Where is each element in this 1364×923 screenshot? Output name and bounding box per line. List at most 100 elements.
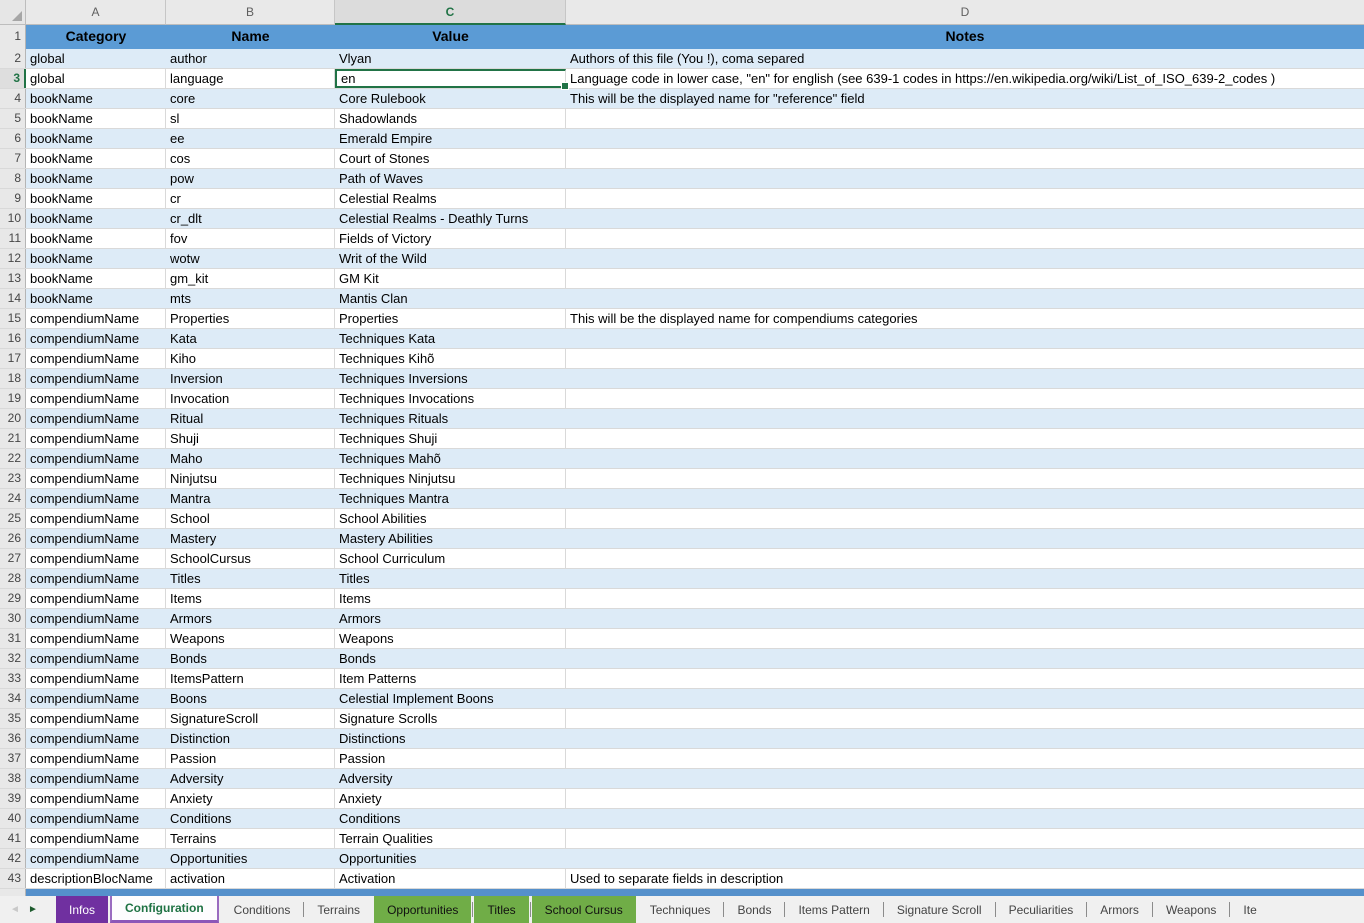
cell-D1[interactable]: Notes xyxy=(566,25,1364,49)
cell-B9[interactable]: cr xyxy=(166,189,335,208)
cell-A4[interactable]: bookName xyxy=(26,89,166,108)
cell-B24[interactable]: Mantra xyxy=(166,489,335,508)
cell-C35[interactable]: Signature Scrolls xyxy=(335,709,566,728)
cell-A12[interactable]: bookName xyxy=(26,249,166,268)
cell-D24[interactable] xyxy=(566,489,1364,508)
cell-B32[interactable]: Bonds xyxy=(166,649,335,668)
cell-B20[interactable]: Ritual xyxy=(166,409,335,428)
row-header-15[interactable]: 15 xyxy=(0,309,26,328)
row-header-20[interactable]: 20 xyxy=(0,409,26,428)
cell-A20[interactable]: compendiumName xyxy=(26,409,166,428)
cell-A38[interactable]: compendiumName xyxy=(26,769,166,788)
row-header-12[interactable]: 12 xyxy=(0,249,26,268)
cell-D18[interactable] xyxy=(566,369,1364,388)
row-header-40[interactable]: 40 xyxy=(0,809,26,828)
sheet-tab-conditions[interactable]: Conditions xyxy=(221,896,304,923)
cell-A1[interactable]: Category xyxy=(26,25,166,49)
cell-C10[interactable]: Celestial Realms - Deathly Turns xyxy=(335,209,566,228)
cell-C27[interactable]: School Curriculum xyxy=(335,549,566,568)
cell-A2[interactable]: global xyxy=(26,49,166,68)
cell-A41[interactable]: compendiumName xyxy=(26,829,166,848)
row-header-7[interactable]: 7 xyxy=(0,149,26,168)
row-header-43[interactable]: 43 xyxy=(0,869,26,888)
row-header-4[interactable]: 4 xyxy=(0,89,26,108)
cell-D6[interactable] xyxy=(566,129,1364,148)
next-sheet-arrow-icon[interactable]: ► xyxy=(24,904,42,915)
cell-D8[interactable] xyxy=(566,169,1364,188)
row-header-2[interactable]: 2 xyxy=(0,49,26,68)
cell-D32[interactable] xyxy=(566,649,1364,668)
cell-A16[interactable]: compendiumName xyxy=(26,329,166,348)
row-header-28[interactable]: 28 xyxy=(0,569,26,588)
cell-D7[interactable] xyxy=(566,149,1364,168)
cell-C42[interactable]: Opportunities xyxy=(335,849,566,868)
cell-B22[interactable]: Maho xyxy=(166,449,335,468)
row-header-11[interactable]: 11 xyxy=(0,229,26,248)
row-header-24[interactable]: 24 xyxy=(0,489,26,508)
sheet-tab-items-pattern[interactable]: Items Pattern xyxy=(785,896,882,923)
cell-D21[interactable] xyxy=(566,429,1364,448)
cell-B25[interactable]: School xyxy=(166,509,335,528)
row-header-8[interactable]: 8 xyxy=(0,169,26,188)
cell-C1[interactable]: Value xyxy=(335,25,566,49)
cell-D23[interactable] xyxy=(566,469,1364,488)
cell-A13[interactable]: bookName xyxy=(26,269,166,288)
cell-A17[interactable]: compendiumName xyxy=(26,349,166,368)
cell-D15[interactable]: This will be the displayed name for comp… xyxy=(566,309,1364,328)
sheet-tab-ite[interactable]: Ite xyxy=(1230,896,1269,923)
cell-A18[interactable]: compendiumName xyxy=(26,369,166,388)
cell-D40[interactable] xyxy=(566,809,1364,828)
row-header-14[interactable]: 14 xyxy=(0,289,26,308)
cell-B2[interactable]: author xyxy=(166,49,335,68)
cell-C11[interactable]: Fields of Victory xyxy=(335,229,566,248)
cell-A36[interactable]: compendiumName xyxy=(26,729,166,748)
row-header-17[interactable]: 17 xyxy=(0,349,26,368)
cell-D31[interactable] xyxy=(566,629,1364,648)
cell-D39[interactable] xyxy=(566,789,1364,808)
cell-A5[interactable]: bookName xyxy=(26,109,166,128)
cell-A11[interactable]: bookName xyxy=(26,229,166,248)
cell-A30[interactable]: compendiumName xyxy=(26,609,166,628)
cell-A23[interactable]: compendiumName xyxy=(26,469,166,488)
cell-D36[interactable] xyxy=(566,729,1364,748)
cell-B36[interactable]: Distinction xyxy=(166,729,335,748)
row-header-6[interactable]: 6 xyxy=(0,129,26,148)
cell-D14[interactable] xyxy=(566,289,1364,308)
cell-A37[interactable]: compendiumName xyxy=(26,749,166,768)
cell-C3[interactable]: en xyxy=(335,69,566,88)
row-header-27[interactable]: 27 xyxy=(0,549,26,568)
cell-A32[interactable]: compendiumName xyxy=(26,649,166,668)
cell-D22[interactable] xyxy=(566,449,1364,468)
cell-B37[interactable]: Passion xyxy=(166,749,335,768)
cell-C14[interactable]: Mantis Clan xyxy=(335,289,566,308)
row-header-22[interactable]: 22 xyxy=(0,449,26,468)
cell-D27[interactable] xyxy=(566,549,1364,568)
cell-D29[interactable] xyxy=(566,589,1364,608)
cell-D11[interactable] xyxy=(566,229,1364,248)
sheet-tab-infos[interactable]: Infos xyxy=(56,896,108,923)
cell-A26[interactable]: compendiumName xyxy=(26,529,166,548)
cell-B42[interactable]: Opportunities xyxy=(166,849,335,868)
row-header-38[interactable]: 38 xyxy=(0,769,26,788)
cell-B8[interactable]: pow xyxy=(166,169,335,188)
cell-C21[interactable]: Techniques Shuji xyxy=(335,429,566,448)
cell-B17[interactable]: Kiho xyxy=(166,349,335,368)
cell-C24[interactable]: Techniques Mantra xyxy=(335,489,566,508)
row-header-16[interactable]: 16 xyxy=(0,329,26,348)
row-header-34[interactable]: 34 xyxy=(0,689,26,708)
cell-D4[interactable]: This will be the displayed name for "ref… xyxy=(566,89,1364,108)
cell-D10[interactable] xyxy=(566,209,1364,228)
cell-B13[interactable]: gm_kit xyxy=(166,269,335,288)
cell-C13[interactable]: GM Kit xyxy=(335,269,566,288)
row-header-30[interactable]: 30 xyxy=(0,609,26,628)
row-header-39[interactable]: 39 xyxy=(0,789,26,808)
cell-B23[interactable]: Ninjutsu xyxy=(166,469,335,488)
cell-A15[interactable]: compendiumName xyxy=(26,309,166,328)
cell-C12[interactable]: Writ of the Wild xyxy=(335,249,566,268)
cell-B18[interactable]: Inversion xyxy=(166,369,335,388)
cell-B43[interactable]: activation xyxy=(166,869,335,888)
cell-A14[interactable]: bookName xyxy=(26,289,166,308)
cell-D26[interactable] xyxy=(566,529,1364,548)
cell-C32[interactable]: Bonds xyxy=(335,649,566,668)
cell-B14[interactable]: mts xyxy=(166,289,335,308)
